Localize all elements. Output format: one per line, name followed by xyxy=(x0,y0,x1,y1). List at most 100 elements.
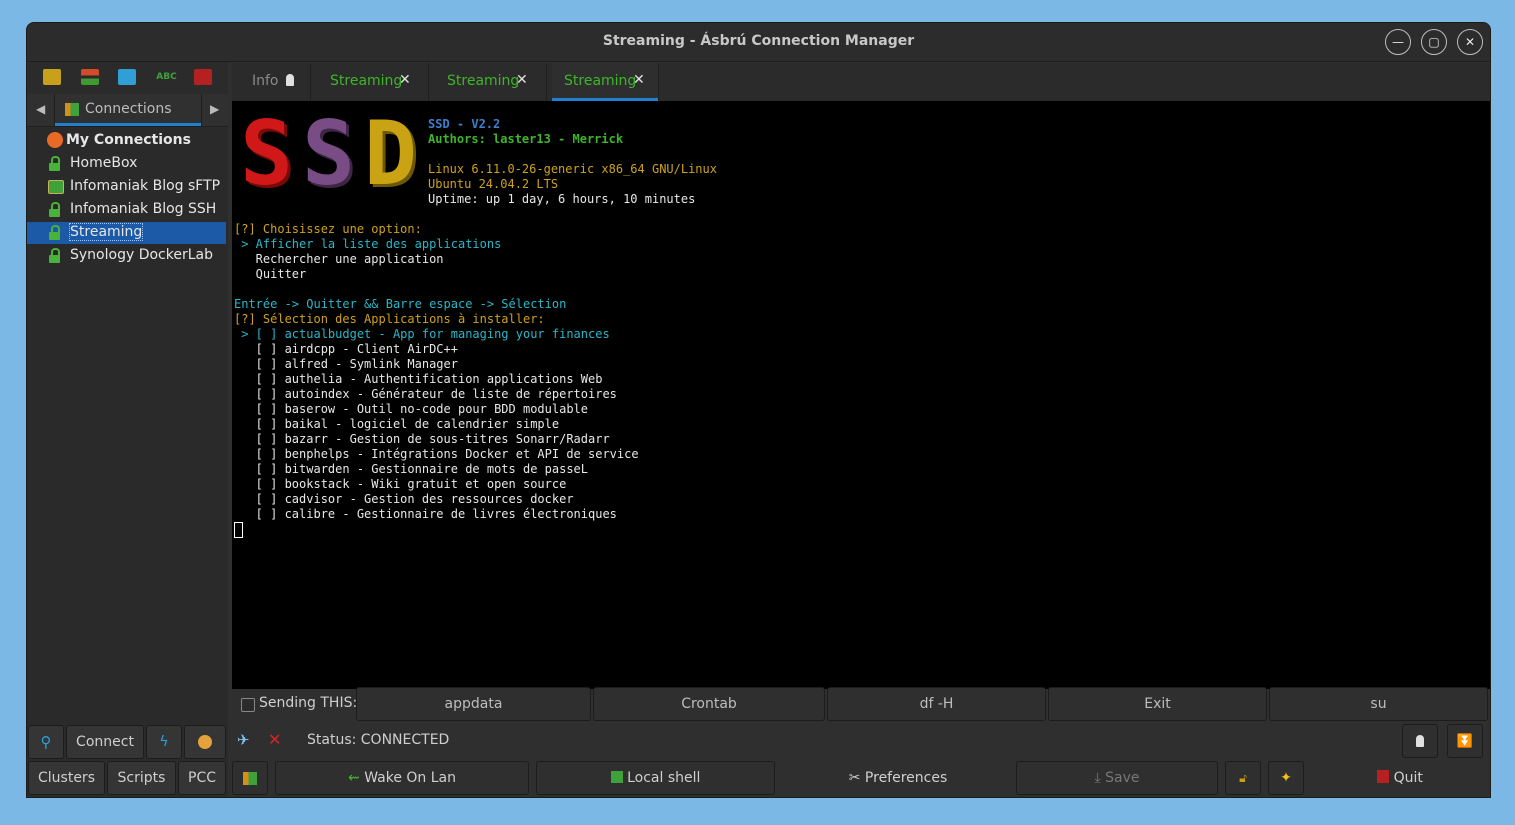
terminal-line: Uptime: up 1 day, 6 hours, 10 minutes xyxy=(428,192,696,206)
tree-toggle-button[interactable] xyxy=(232,761,268,795)
add-group-icon[interactable] xyxy=(42,69,61,85)
pcc-button[interactable]: PCC xyxy=(178,761,226,795)
terminal-line: > Afficher la liste des applications xyxy=(234,237,502,251)
terminal-line: Entrée -> Quitter && Barre espace -> Sél… xyxy=(234,297,567,311)
wake-on-lan-label: Wake On Lan xyxy=(364,770,456,786)
sidebar-item-infomaniak-sftp[interactable]: Infomaniak Blog sFTP xyxy=(27,176,226,198)
ssd-letter-s1: S xyxy=(240,102,293,205)
exit-icon xyxy=(1377,770,1390,783)
terminal-line: [ ] cadvisor - Gestion des ressources do… xyxy=(234,492,574,506)
chevron-right-icon[interactable]: ▶ xyxy=(210,102,219,116)
group-label: My Connections xyxy=(66,132,191,148)
briefcase-icon xyxy=(48,180,64,194)
minimize-button[interactable]: — xyxy=(1385,29,1411,55)
tab-label: Streaming xyxy=(564,73,637,89)
tools-icon: ✂ xyxy=(848,770,861,786)
ubuntu-icon xyxy=(47,132,63,148)
terminal-line: Rechercher une application xyxy=(234,252,444,266)
tab-connections-label: Connections xyxy=(85,101,172,117)
terminal-line: Linux 6.11.0-26-generic x86_64 GNU/Linux xyxy=(428,162,717,176)
app-window: Streaming - Ásbrú Connection Manager — ▢… xyxy=(26,22,1491,798)
terminal-line: [ ] bookstack - Wiki gratuit et open sou… xyxy=(234,477,567,491)
sidebar-item-label: Infomaniak Blog sFTP xyxy=(70,178,221,194)
scripts-button[interactable]: Scripts xyxy=(107,761,176,795)
disconnect-icon[interactable]: ✕ xyxy=(268,730,281,749)
rename-icon[interactable] xyxy=(80,69,99,85)
status-text: Status: CONNECTED xyxy=(307,732,450,748)
terminal-line: > [ ] actualbudget - App for managing yo… xyxy=(234,327,610,341)
tab-label: Streaming xyxy=(330,73,403,89)
sparkle-icon: ✦ xyxy=(1280,770,1292,786)
tab-streaming-2[interactable]: Streaming ✕ xyxy=(429,63,547,101)
send-appdata-button[interactable]: appdata xyxy=(356,687,591,721)
tab-streaming-1[interactable]: Streaming ✕ xyxy=(311,63,429,101)
group-my-connections[interactable]: My Connections xyxy=(27,130,226,152)
send-df-button[interactable]: df -H xyxy=(827,687,1046,721)
connections-tab-bar: ◀ Connections ▶ xyxy=(27,94,228,127)
sending-checkbox[interactable] xyxy=(241,698,255,712)
search-button[interactable]: ⚲ xyxy=(28,725,64,759)
tab-streaming-3[interactable]: Streaming ✕ xyxy=(552,63,659,101)
send-crontab-button[interactable]: Crontab xyxy=(593,687,825,721)
collapse-button[interactable]: ⏬ xyxy=(1447,724,1483,758)
bottom-toolbar: ⇜ Wake On Lan Local shell ✂ Preferences … xyxy=(232,761,1490,797)
lock-icon: 🔓︎ xyxy=(1239,771,1247,785)
lock-icon xyxy=(49,248,60,263)
lightning-icon: ϟ xyxy=(159,734,169,750)
close-tab-icon[interactable]: ✕ xyxy=(633,72,645,88)
terminal-line: Quitter xyxy=(234,267,307,281)
tab-info[interactable]: Info xyxy=(232,63,311,101)
wake-on-lan-button[interactable]: ⇜ Wake On Lan xyxy=(275,761,529,795)
spellcheck-icon[interactable]: ABC xyxy=(156,69,176,85)
sidebar-item-streaming[interactable]: Streaming xyxy=(27,222,226,244)
connections-tree: My Connections HomeBox Infomaniak Blog s… xyxy=(27,128,228,748)
save-button[interactable]: ⤓ Save xyxy=(1016,761,1218,795)
ssd-letter-d: D xyxy=(364,102,417,205)
lock-icon xyxy=(49,225,60,240)
quit-button[interactable]: Quit xyxy=(1312,761,1488,795)
collapse-icon: ⏬ xyxy=(1456,734,1474,749)
send-exit-button[interactable]: Exit xyxy=(1048,687,1267,721)
close-tab-icon[interactable]: ✕ xyxy=(516,72,528,88)
sidebar-item-label: HomeBox xyxy=(70,155,138,171)
maximize-button[interactable]: ▢ xyxy=(1421,29,1447,55)
status-bar: ✈ ✕ Status: CONNECTED ⏬ xyxy=(232,723,1490,759)
send-bar: Sending THIS: appdata Crontab df -H Exit… xyxy=(232,687,1490,723)
lock-button[interactable]: 🔓︎ xyxy=(1225,761,1261,795)
ssd-letter-s2: S xyxy=(302,102,355,205)
close-button[interactable]: ✕ xyxy=(1457,29,1483,55)
clusters-button[interactable]: Clusters xyxy=(28,761,105,795)
sidebar-item-synology[interactable]: Synology DockerLab xyxy=(27,245,226,267)
send-su-button[interactable]: su xyxy=(1269,687,1488,721)
preferences-label: Preferences xyxy=(864,770,948,786)
connect-button[interactable]: Connect xyxy=(66,725,144,759)
local-shell-button[interactable]: Local shell xyxy=(536,761,775,795)
terminal-line: [ ] bitwarden - Gestionnaire de mots de … xyxy=(234,462,589,476)
info-toggle-button[interactable] xyxy=(1402,724,1438,758)
network-icon: ⇜ xyxy=(348,770,360,786)
sending-label: Sending THIS: xyxy=(259,695,358,711)
lightbulb-icon xyxy=(1416,735,1424,747)
terminal-line: [ ] benphelps - Intégrations Docker et A… xyxy=(234,447,639,461)
terminal-line: [ ] bazarr - Gestion de sous-titres Sona… xyxy=(234,432,610,446)
sidebar-item-homebox[interactable]: HomeBox xyxy=(27,153,226,175)
active-tab-indicator xyxy=(55,123,201,126)
terminal-view[interactable]: S S D SSD - V2.2 Authors: laster13 - Mer… xyxy=(232,101,1490,689)
favourites-button[interactable] xyxy=(184,725,226,759)
chevron-left-icon[interactable]: ◀ xyxy=(36,102,45,116)
tree-icon xyxy=(243,772,257,785)
terminal-line: [?] Sélection des Applications à install… xyxy=(234,312,545,326)
shortcut-button[interactable]: ✦ xyxy=(1268,761,1304,795)
edit-icon[interactable] xyxy=(118,69,137,85)
sidebar-item-infomaniak-ssh[interactable]: Infomaniak Blog SSH xyxy=(27,199,226,221)
star-icon xyxy=(198,735,212,749)
satellite-icon: ✈ xyxy=(237,731,250,749)
lock-icon xyxy=(49,202,60,217)
tab-connections[interactable]: Connections xyxy=(54,94,202,126)
delete-icon[interactable] xyxy=(194,69,213,85)
quick-connect-button[interactable]: ϟ xyxy=(146,725,182,759)
close-tab-icon[interactable]: ✕ xyxy=(399,72,411,88)
preferences-button[interactable]: ✂ Preferences xyxy=(792,761,1004,795)
sidebar-item-label: Synology DockerLab xyxy=(70,247,213,263)
terminal-line: [ ] authelia - Authentification applicat… xyxy=(234,372,603,386)
